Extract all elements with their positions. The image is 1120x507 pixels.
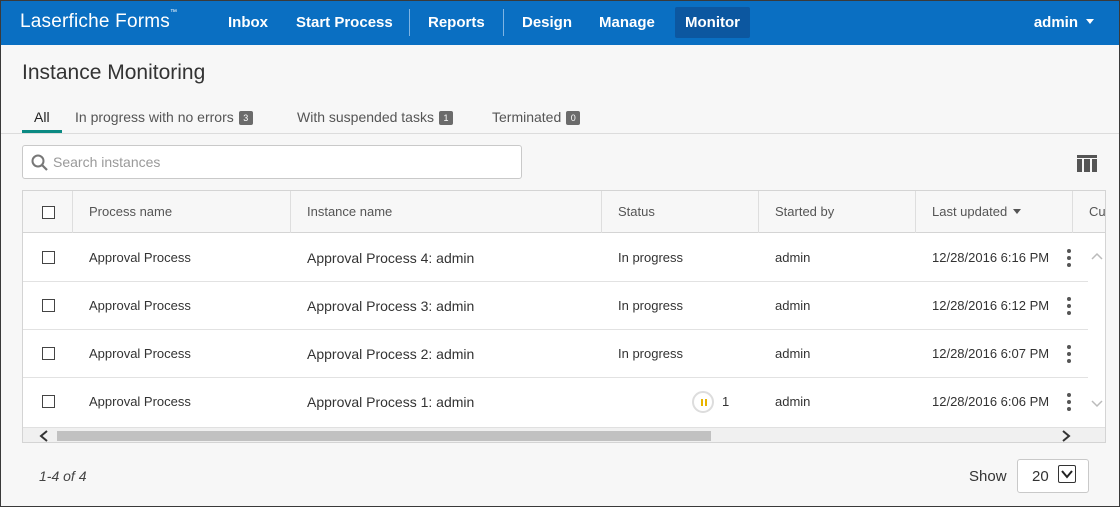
- row-checkbox[interactable]: [42, 395, 55, 408]
- scroll-down-icon[interactable]: [1091, 400, 1103, 408]
- columns-icon[interactable]: [1077, 155, 1097, 172]
- chevron-down-icon: [1061, 470, 1073, 479]
- tab-label: With suspended tasks: [297, 109, 434, 125]
- page-title: Instance Monitoring: [22, 61, 206, 84]
- top-nav-bar: Laserfiche Forms™ Inbox Start Process Re…: [1, 1, 1119, 45]
- select-all-checkbox[interactable]: [42, 206, 55, 219]
- select-all-cell: [23, 191, 73, 233]
- search-icon: [31, 154, 48, 171]
- started-by-cell: admin: [775, 250, 811, 265]
- status-cell: In progress: [618, 298, 684, 313]
- suspended-count: 1: [722, 394, 730, 409]
- count-badge: 0: [566, 111, 581, 125]
- tab-divider: [1, 133, 1119, 134]
- tab-all[interactable]: All: [22, 109, 62, 133]
- scroll-up-icon[interactable]: [1091, 252, 1103, 260]
- count-badge: 1: [438, 111, 453, 125]
- nav-reports[interactable]: Reports: [418, 7, 495, 38]
- status-cell: In progress: [618, 346, 684, 361]
- last-updated-cell: 12/28/2016 6:12 PM: [932, 298, 1050, 313]
- last-updated-cell: 12/28/2016 6:07 PM: [932, 346, 1050, 361]
- user-menu[interactable]: admin: [1034, 7, 1094, 38]
- nav-divider: [409, 9, 410, 36]
- instance-name-cell[interactable]: Approval Process 4: admin: [307, 234, 474, 282]
- tab-in-progress[interactable]: In progress with no errors 3: [75, 109, 253, 133]
- instance-name-cell[interactable]: Approval Process 1: admin: [307, 378, 474, 426]
- nav-manage[interactable]: Manage: [589, 7, 665, 38]
- last-updated-cell: 12/28/2016 6:16 PM: [932, 250, 1050, 265]
- more-options-icon[interactable]: [1067, 249, 1071, 267]
- table-row[interactable]: Approval Process Approval Process 1: adm…: [23, 378, 1088, 426]
- table-row[interactable]: Approval Process Approval Process 3: adm…: [23, 282, 1088, 330]
- chevron-down-icon: [1086, 18, 1094, 24]
- instance-name-cell[interactable]: Approval Process 3: admin: [307, 282, 474, 330]
- nav-design[interactable]: Design: [512, 7, 582, 38]
- nav-inbox[interactable]: Inbox: [218, 7, 278, 38]
- table-header: Process name Instance name Status Starte…: [23, 191, 1105, 233]
- more-options-icon[interactable]: [1067, 345, 1071, 363]
- column-label: Last updated: [932, 204, 1008, 219]
- dropdown-button[interactable]: [1058, 465, 1076, 483]
- page-size-label: Show: [969, 468, 1007, 485]
- count-badge: 3: [238, 111, 253, 125]
- tab-label: All: [34, 109, 50, 125]
- sort-desc-icon: [1013, 209, 1022, 214]
- search-input[interactable]: [53, 146, 513, 178]
- started-by-cell: admin: [775, 298, 811, 313]
- process-name-cell: Approval Process: [89, 346, 191, 361]
- more-options-icon[interactable]: [1067, 297, 1071, 315]
- nav-monitor[interactable]: Monitor: [675, 7, 750, 38]
- process-name-cell: Approval Process: [89, 250, 191, 265]
- horizontal-scrollbar[interactable]: [23, 427, 1105, 442]
- column-status[interactable]: Status: [602, 191, 759, 233]
- row-checkbox[interactable]: [42, 347, 55, 360]
- results-range: 1-4 of 4: [39, 468, 87, 484]
- nav-start-process[interactable]: Start Process: [286, 7, 403, 38]
- started-by-cell: admin: [775, 394, 811, 409]
- column-last-updated[interactable]: Last updated: [916, 191, 1073, 233]
- tab-suspended[interactable]: With suspended tasks 1: [297, 109, 453, 133]
- column-process-name[interactable]: Process name: [73, 191, 291, 233]
- row-checkbox[interactable]: [42, 251, 55, 264]
- page-size-select[interactable]: 20: [1017, 459, 1089, 493]
- row-checkbox[interactable]: [42, 299, 55, 312]
- suspended-pause-icon[interactable]: [692, 391, 714, 413]
- tab-label: Terminated: [492, 109, 562, 125]
- column-started-by[interactable]: Started by: [759, 191, 916, 233]
- trademark-mark: ™: [169, 9, 178, 16]
- tab-terminated[interactable]: Terminated 0: [492, 109, 581, 133]
- last-updated-cell: 12/28/2016 6:06 PM: [932, 394, 1050, 409]
- page-size-value: 20: [1032, 468, 1049, 485]
- scrollbar-thumb[interactable]: [57, 431, 711, 441]
- tab-label: In progress with no errors: [75, 109, 234, 125]
- instances-table: Process name Instance name Status Starte…: [22, 190, 1106, 443]
- nav-divider: [503, 9, 504, 36]
- instance-name-cell[interactable]: Approval Process 2: admin: [307, 330, 474, 378]
- column-instance-name[interactable]: Instance name: [291, 191, 602, 233]
- process-name-cell: Approval Process: [89, 394, 191, 409]
- brand-name: Laserfiche Forms: [20, 11, 170, 32]
- table-row[interactable]: Approval Process Approval Process 2: adm…: [23, 330, 1088, 378]
- scroll-left-icon[interactable]: [39, 430, 49, 442]
- user-name: admin: [1033, 14, 1078, 31]
- scroll-right-icon[interactable]: [1061, 430, 1071, 442]
- status-cell: In progress: [618, 250, 684, 265]
- column-current[interactable]: Cu: [1073, 191, 1105, 233]
- process-name-cell: Approval Process: [89, 298, 191, 313]
- more-options-icon[interactable]: [1067, 393, 1071, 411]
- table-row[interactable]: Approval Process Approval Process 4: adm…: [23, 234, 1088, 282]
- started-by-cell: admin: [775, 346, 811, 361]
- app-window: Laserfiche Forms™ Inbox Start Process Re…: [0, 0, 1120, 507]
- search-box: [22, 145, 522, 179]
- brand-logo[interactable]: Laserfiche Forms™: [20, 9, 178, 33]
